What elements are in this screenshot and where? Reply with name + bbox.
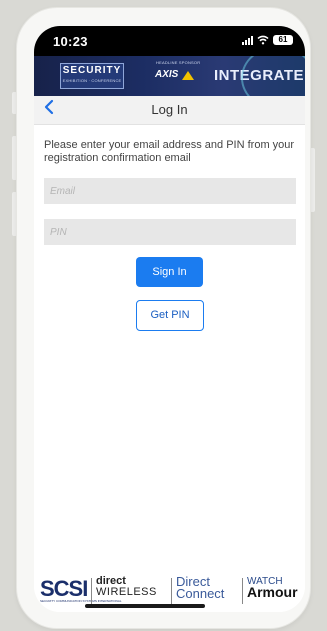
- navigation-bar: Log In: [34, 96, 305, 125]
- power-button: [310, 148, 315, 212]
- notch: [96, 26, 244, 48]
- cellular-signal-icon: [242, 35, 253, 45]
- watch-armour-logo: WATCH Armour: [247, 576, 298, 600]
- axis-triangle-icon: [182, 71, 194, 80]
- status-time: 10:23: [53, 34, 88, 49]
- direct-connect-logo: Direct Connect: [176, 574, 225, 601]
- login-instructions: Please enter your email address and PIN …: [44, 139, 295, 164]
- battery-icon: 61: [273, 35, 293, 45]
- sponsor-divider: [91, 578, 92, 604]
- sign-in-button[interactable]: Sign In: [136, 257, 203, 287]
- security-logo: SECURITY EXHIBITION · CONFERENCE: [60, 63, 124, 89]
- home-indicator[interactable]: [85, 604, 205, 608]
- headline-sponsor-label: HEADLINE SPONSOR: [156, 60, 201, 65]
- sponsor-divider: [242, 578, 243, 604]
- get-pin-button[interactable]: Get PIN: [136, 300, 204, 331]
- axis-logo: AXIS: [155, 69, 179, 80]
- event-banner: SECURITY EXHIBITION · CONFERENCE HEADLIN…: [34, 56, 305, 96]
- sponsor-divider: [171, 578, 172, 604]
- wifi-icon: [257, 35, 269, 45]
- scsi-logo-subtitle: SECURITY COMMUNICATION SYSTEMS INTERNATI…: [40, 599, 122, 603]
- direct-wireless-logo: direct WIRELESS: [96, 575, 157, 598]
- page-title: Log In: [151, 102, 188, 117]
- app-screen: 10:23 61 SECURITY EXHIBITION · CONFERENC…: [34, 26, 305, 612]
- pin-field[interactable]: [44, 219, 296, 245]
- status-icons: 61: [242, 35, 293, 45]
- decorative-swoosh: [241, 56, 305, 96]
- status-bar: 10:23 61: [34, 26, 305, 56]
- email-field[interactable]: [44, 178, 296, 204]
